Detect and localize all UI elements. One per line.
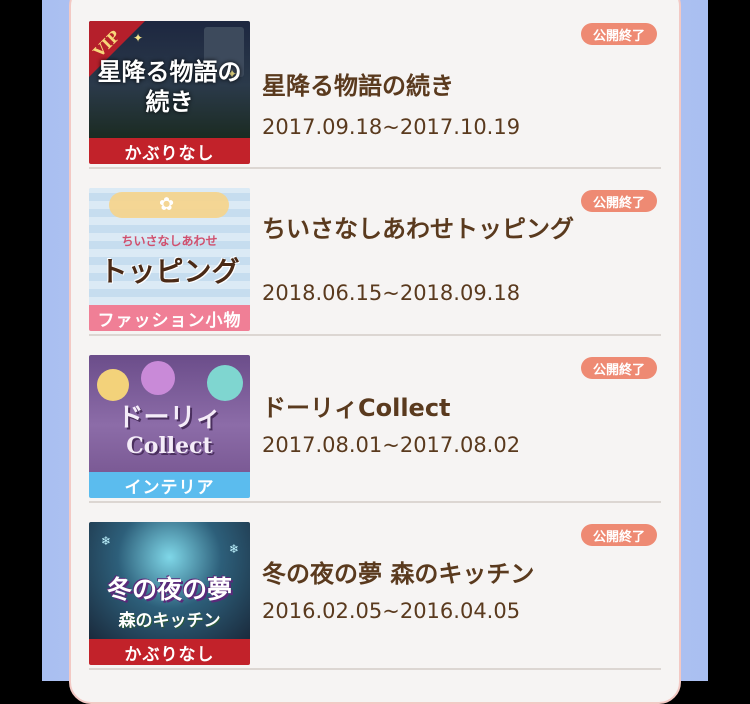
thumbnail-caption: かぶりなし (89, 639, 250, 665)
event-item-fuyu[interactable]: ❄ ❄ 冬の夜の夢 森のキッチン かぶりなし 公開終了 冬の夜の夢 森のキッチン… (71, 503, 679, 670)
event-title: 冬の夜の夢 森のキッチン (262, 560, 535, 588)
thumbnail-art: ドーリィ Collect (89, 355, 250, 472)
thumbnail-title: ドーリィ (117, 403, 222, 433)
star-icon: ✦ (133, 31, 144, 45)
event-title: 星降る物語の続き (262, 72, 454, 100)
event-dates: 2017.09.18~2017.10.19 (262, 115, 521, 139)
event-list-panel: VIP ✦ ✦ 星降る物語の続き かぶりなし 公開終了 星降る物語の続き 201… (69, 0, 681, 704)
thumbnail-title: トッピング (99, 255, 240, 288)
thumbnail-caption: かぶりなし (89, 138, 250, 164)
event-thumbnail: ❄ ❄ 冬の夜の夢 森のキッチン かぶりなし (89, 522, 250, 665)
thumbnail-title-2: Collect (126, 433, 213, 459)
event-item-hoshifuru[interactable]: VIP ✦ ✦ 星降る物語の続き かぶりなし 公開終了 星降る物語の続き 201… (71, 2, 679, 169)
status-badge: 公開終了 (580, 524, 657, 546)
status-badge: 公開終了 (580, 190, 657, 212)
thumbnail-title: 冬の夜の夢 (106, 575, 232, 604)
thumbnail-caption: ファッション小物 (89, 305, 250, 331)
thumbnail-art: VIP ✦ ✦ 星降る物語の続き (89, 21, 250, 138)
thumbnail-subtitle: 森のキッチン (118, 611, 221, 631)
divider (89, 668, 661, 670)
thumbnail-art: ✿ ちいさなしあわせ トッピング (89, 188, 250, 305)
doll-figure (141, 361, 175, 395)
event-thumbnail: ドーリィ Collect インテリア (89, 355, 250, 498)
flower-icon: ✿ (159, 194, 175, 215)
status-badge: 公開終了 (580, 23, 657, 45)
event-title: ちいさなしあわせトッピング (262, 215, 574, 243)
event-title: ドーリィCollect (262, 394, 451, 422)
snow-icon: ❄ (101, 534, 112, 548)
doll-figure (207, 365, 243, 401)
thumbnail-title: 星降る物語の続き (97, 57, 242, 116)
event-thumbnail: VIP ✦ ✦ 星降る物語の続き かぶりなし (89, 21, 250, 164)
event-dates: 2016.02.05~2016.04.05 (262, 599, 521, 623)
snow-icon: ❄ (229, 542, 240, 556)
event-thumbnail: ✿ ちいさなしあわせ トッピング ファッション小物 (89, 188, 250, 331)
event-item-dolly[interactable]: ドーリィ Collect インテリア 公開終了 ドーリィCollect 2017… (71, 336, 679, 503)
thumbnail-subtitle: ちいさなしあわせ (121, 234, 218, 248)
thumbnail-art: ❄ ❄ 冬の夜の夢 森のキッチン (89, 522, 250, 639)
event-dates: 2018.06.15~2018.09.18 (262, 281, 521, 305)
thumbnail-caption: インテリア (89, 472, 250, 498)
status-badge: 公開終了 (580, 357, 657, 379)
event-item-topping[interactable]: ✿ ちいさなしあわせ トッピング ファッション小物 公開終了 ちいさなしあわせト… (71, 169, 679, 336)
event-dates: 2017.08.01~2017.08.02 (262, 433, 521, 457)
